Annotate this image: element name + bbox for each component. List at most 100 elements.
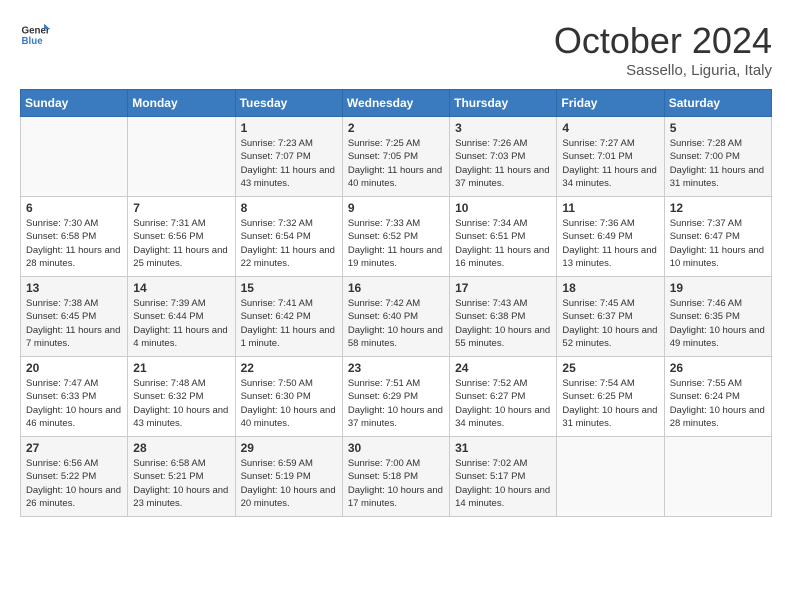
calendar-cell: 19 Sunrise: 7:46 AM Sunset: 6:35 PM Dayli…: [664, 277, 771, 357]
calendar-cell: 6Sunrise: 7:30 AM Sunset: 6:58 PM Daylig…: [21, 197, 128, 277]
day-info: Sunrise: 7:02 AM Sunset: 5:17 PM Dayligh…: [455, 457, 551, 510]
day-number: 11: [562, 201, 658, 215]
location-subtitle: Sassello, Liguria, Italy: [554, 62, 772, 79]
day-info: Sunrise: 7:00 AM Sunset: 5:18 PM Dayligh…: [348, 457, 444, 510]
day-number: 19: [670, 281, 766, 295]
calendar-cell: 27 Sunrise: 6:56 AM Sunset: 5:22 PM Dayli…: [21, 437, 128, 517]
day-header-saturday: Saturday: [664, 90, 771, 117]
calendar-week-row: 13 Sunrise: 7:38 AM Sunset: 6:45 PM Dayli…: [21, 277, 772, 357]
day-info: Sunrise: 7:27 AM Sunset: 7:01 PM Dayligh…: [562, 137, 658, 190]
day-number: 5: [670, 121, 766, 135]
day-header-monday: Monday: [128, 90, 235, 117]
day-info: Sunrise: 7:32 AM Sunset: 6:54 PM Dayligh…: [241, 217, 337, 270]
calendar-cell: 17 Sunrise: 7:43 AM Sunset: 6:38 PM Dayli…: [450, 277, 557, 357]
calendar-cell: [128, 117, 235, 197]
day-info: Sunrise: 6:59 AM Sunset: 5:19 PM Dayligh…: [241, 457, 337, 510]
day-number: 9: [348, 201, 444, 215]
day-header-sunday: Sunday: [21, 90, 128, 117]
day-info: Sunrise: 7:31 AM Sunset: 6:56 PM Dayligh…: [133, 217, 229, 270]
day-number: 25: [562, 361, 658, 375]
day-number: 15: [241, 281, 337, 295]
day-number: 29: [241, 441, 337, 455]
day-info: Sunrise: 7:43 AM Sunset: 6:38 PM Dayligh…: [455, 297, 551, 350]
calendar-cell: 21Sunrise: 7:48 AM Sunset: 6:32 PM Dayli…: [128, 357, 235, 437]
day-number: 23: [348, 361, 444, 375]
day-info: Sunrise: 6:58 AM Sunset: 5:21 PM Dayligh…: [133, 457, 229, 510]
day-number: 4: [562, 121, 658, 135]
day-number: 18: [562, 281, 658, 295]
day-header-thursday: Thursday: [450, 90, 557, 117]
calendar-cell: 31 Sunrise: 7:02 AM Sunset: 5:17 PM Dayli…: [450, 437, 557, 517]
day-number: 7: [133, 201, 229, 215]
day-info: Sunrise: 7:38 AM Sunset: 6:45 PM Dayligh…: [26, 297, 122, 350]
svg-text:Blue: Blue: [22, 36, 44, 47]
calendar-cell: 24Sunrise: 7:52 AM Sunset: 6:27 PM Dayli…: [450, 357, 557, 437]
day-info: Sunrise: 7:50 AM Sunset: 6:30 PM Dayligh…: [241, 377, 337, 430]
calendar-cell: 30 Sunrise: 7:00 AM Sunset: 5:18 PM Dayli…: [342, 437, 449, 517]
calendar-cell: 3Sunrise: 7:26 AM Sunset: 7:03 PM Daylig…: [450, 117, 557, 197]
day-info: Sunrise: 7:23 AM Sunset: 7:07 PM Dayligh…: [241, 137, 337, 190]
calendar-cell: 22 Sunrise: 7:50 AM Sunset: 6:30 PM Dayli…: [235, 357, 342, 437]
calendar-cell: 4 Sunrise: 7:27 AM Sunset: 7:01 PM Daylig…: [557, 117, 664, 197]
calendar-week-row: 6Sunrise: 7:30 AM Sunset: 6:58 PM Daylig…: [21, 197, 772, 277]
day-number: 12: [670, 201, 766, 215]
day-number: 27: [26, 441, 122, 455]
calendar-cell: [664, 437, 771, 517]
day-info: Sunrise: 7:47 AM Sunset: 6:33 PM Dayligh…: [26, 377, 122, 430]
day-number: 6: [26, 201, 122, 215]
calendar-cell: 12 Sunrise: 7:37 AM Sunset: 6:47 PM Dayli…: [664, 197, 771, 277]
calendar-cell: 5Sunrise: 7:28 AM Sunset: 7:00 PM Daylig…: [664, 117, 771, 197]
day-number: 30: [348, 441, 444, 455]
calendar-cell: 15 Sunrise: 7:41 AM Sunset: 6:42 PM Dayli…: [235, 277, 342, 357]
calendar-table: SundayMondayTuesdayWednesdayThursdayFrid…: [20, 89, 772, 517]
day-number: 2: [348, 121, 444, 135]
day-number: 26: [670, 361, 766, 375]
calendar-cell: 16 Sunrise: 7:42 AM Sunset: 6:40 PM Dayli…: [342, 277, 449, 357]
calendar-week-row: 20 Sunrise: 7:47 AM Sunset: 6:33 PM Dayli…: [21, 357, 772, 437]
calendar-cell: 18Sunrise: 7:45 AM Sunset: 6:37 PM Dayli…: [557, 277, 664, 357]
calendar-cell: 14 Sunrise: 7:39 AM Sunset: 6:44 PM Dayli…: [128, 277, 235, 357]
calendar-cell: 25 Sunrise: 7:54 AM Sunset: 6:25 PM Dayli…: [557, 357, 664, 437]
day-header-friday: Friday: [557, 90, 664, 117]
calendar-cell: 11 Sunrise: 7:36 AM Sunset: 6:49 PM Dayli…: [557, 197, 664, 277]
calendar-cell: 10 Sunrise: 7:34 AM Sunset: 6:51 PM Dayli…: [450, 197, 557, 277]
day-number: 22: [241, 361, 337, 375]
day-number: 14: [133, 281, 229, 295]
calendar-header-row: SundayMondayTuesdayWednesdayThursdayFrid…: [21, 90, 772, 117]
day-header-wednesday: Wednesday: [342, 90, 449, 117]
calendar-cell: 28Sunrise: 6:58 AM Sunset: 5:21 PM Dayli…: [128, 437, 235, 517]
calendar-cell: 2Sunrise: 7:25 AM Sunset: 7:05 PM Daylig…: [342, 117, 449, 197]
day-number: 31: [455, 441, 551, 455]
day-number: 16: [348, 281, 444, 295]
day-number: 13: [26, 281, 122, 295]
day-info: Sunrise: 7:55 AM Sunset: 6:24 PM Dayligh…: [670, 377, 766, 430]
calendar-cell: 1 Sunrise: 7:23 AM Sunset: 7:07 PM Daylig…: [235, 117, 342, 197]
day-info: Sunrise: 7:48 AM Sunset: 6:32 PM Dayligh…: [133, 377, 229, 430]
title-block: October 2024 Sassello, Liguria, Italy: [554, 20, 772, 79]
calendar-cell: 23 Sunrise: 7:51 AM Sunset: 6:29 PM Dayli…: [342, 357, 449, 437]
day-info: Sunrise: 7:46 AM Sunset: 6:35 PM Dayligh…: [670, 297, 766, 350]
calendar-cell: [21, 117, 128, 197]
calendar-week-row: 1 Sunrise: 7:23 AM Sunset: 7:07 PM Daylig…: [21, 117, 772, 197]
day-info: Sunrise: 6:56 AM Sunset: 5:22 PM Dayligh…: [26, 457, 122, 510]
calendar-cell: 13 Sunrise: 7:38 AM Sunset: 6:45 PM Dayli…: [21, 277, 128, 357]
day-number: 10: [455, 201, 551, 215]
day-info: Sunrise: 7:39 AM Sunset: 6:44 PM Dayligh…: [133, 297, 229, 350]
day-info: Sunrise: 7:51 AM Sunset: 6:29 PM Dayligh…: [348, 377, 444, 430]
day-info: Sunrise: 7:42 AM Sunset: 6:40 PM Dayligh…: [348, 297, 444, 350]
day-number: 17: [455, 281, 551, 295]
day-info: Sunrise: 7:34 AM Sunset: 6:51 PM Dayligh…: [455, 217, 551, 270]
month-title: October 2024: [554, 20, 772, 62]
day-info: Sunrise: 7:41 AM Sunset: 6:42 PM Dayligh…: [241, 297, 337, 350]
calendar-week-row: 27 Sunrise: 6:56 AM Sunset: 5:22 PM Dayli…: [21, 437, 772, 517]
calendar-cell: 26 Sunrise: 7:55 AM Sunset: 6:24 PM Dayli…: [664, 357, 771, 437]
day-number: 1: [241, 121, 337, 135]
day-info: Sunrise: 7:52 AM Sunset: 6:27 PM Dayligh…: [455, 377, 551, 430]
calendar-cell: 8Sunrise: 7:32 AM Sunset: 6:54 PM Daylig…: [235, 197, 342, 277]
day-info: Sunrise: 7:36 AM Sunset: 6:49 PM Dayligh…: [562, 217, 658, 270]
day-header-tuesday: Tuesday: [235, 90, 342, 117]
day-number: 20: [26, 361, 122, 375]
day-number: 3: [455, 121, 551, 135]
day-info: Sunrise: 7:37 AM Sunset: 6:47 PM Dayligh…: [670, 217, 766, 270]
day-info: Sunrise: 7:54 AM Sunset: 6:25 PM Dayligh…: [562, 377, 658, 430]
